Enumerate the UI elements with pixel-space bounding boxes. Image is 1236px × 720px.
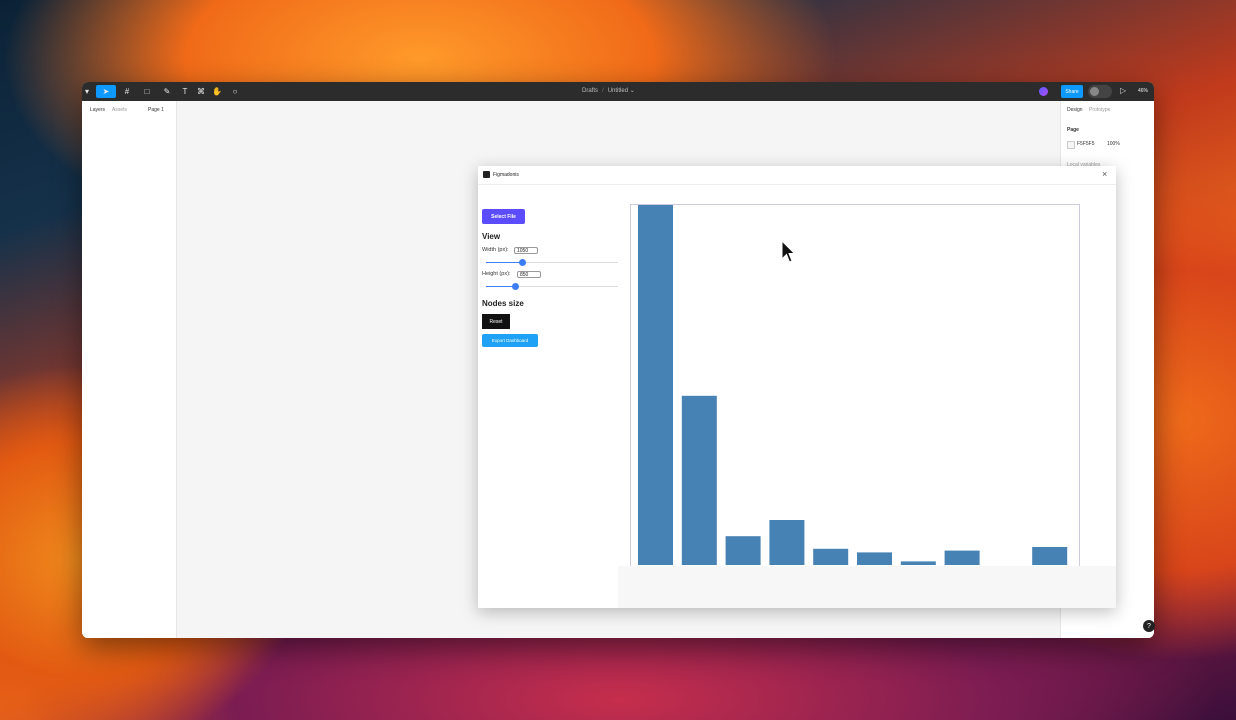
project-name: Drafts [582, 88, 599, 94]
height-label: Height (px): [482, 271, 511, 277]
nodes-size-heading: Nodes size [482, 299, 524, 308]
height-slider-knob[interactable] [512, 283, 520, 290]
dev-mode-toggle[interactable] [1088, 85, 1112, 98]
plugin-title: Figmadonis [493, 172, 519, 178]
plugin-window: Figmadonis × Select File View Width (px)… [478, 166, 1116, 608]
view-heading: View [482, 232, 501, 241]
present-icon[interactable]: ▷ [1120, 86, 1126, 95]
top-toolbar: ▾ ➤ # □ ✎ T ⌘ ✋ ○ Drafts / Untitled ⌄ Shar… [82, 82, 1154, 101]
height-slider[interactable] [486, 282, 618, 292]
chart-footer [618, 566, 1116, 608]
chevron-down-icon: ⌄ [629, 88, 635, 94]
help-icon[interactable]: ? [1143, 620, 1155, 632]
layers-panel: Layers Assets Page 1 [82, 101, 177, 638]
share-button[interactable]: Share [1061, 85, 1083, 98]
page-fill-hex[interactable]: F5F5F5 [1077, 141, 1095, 147]
tab-prototype[interactable]: Prototype [1089, 107, 1110, 113]
breadcrumb-separator: / [602, 88, 604, 94]
width-input[interactable] [514, 247, 538, 254]
width-slider-fill [486, 262, 522, 263]
select-file-button[interactable]: Select File [482, 209, 525, 224]
chart-bar-3 [725, 536, 761, 565]
page-fill-swatch[interactable] [1067, 141, 1075, 149]
plugin-logo-icon [483, 171, 490, 178]
width-slider[interactable] [486, 258, 618, 268]
chart-bar-5 [813, 548, 849, 565]
chart-bar-2 [681, 395, 717, 565]
plugin-header: Figmadonis × [478, 166, 1116, 185]
zoom-level[interactable]: 46% [1138, 88, 1148, 94]
width-slider-knob[interactable] [518, 259, 526, 266]
move-tool-icon[interactable]: ➤ [96, 85, 116, 98]
tab-layers[interactable]: Layers [90, 107, 105, 113]
page-selector[interactable]: Page 1 [148, 107, 164, 113]
shape-tool-icon[interactable]: □ [140, 85, 154, 98]
tab-design[interactable]: Design [1067, 107, 1083, 113]
pen-tool-icon[interactable]: ✎ [160, 85, 174, 98]
chart-bar-7 [900, 561, 936, 565]
mouse-cursor-icon [781, 240, 795, 263]
frame-tool-icon[interactable]: # [120, 85, 134, 98]
tab-assets[interactable]: Assets [112, 107, 127, 113]
export-dashboard-button[interactable]: Export Dashboard [482, 334, 538, 347]
page-fill-opacity[interactable]: 100% [1107, 141, 1120, 147]
user-avatar[interactable] [1039, 87, 1048, 96]
chart-bar-1 [638, 205, 673, 565]
close-icon[interactable]: × [1102, 169, 1107, 179]
file-name: Untitled [607, 88, 629, 94]
bar-chart [638, 205, 1068, 565]
resources-tool-icon[interactable]: ⌘ [196, 85, 206, 98]
reset-button[interactable]: Reset [482, 314, 510, 329]
chart-bar-4 [769, 520, 805, 565]
section-title-page: Page [1067, 127, 1079, 133]
height-input[interactable] [517, 271, 541, 278]
hand-tool-icon[interactable]: ✋ [212, 85, 222, 98]
chart-bar-8 [944, 550, 980, 565]
dev-mode-knob [1090, 87, 1099, 96]
chart-bar-10 [1032, 547, 1068, 565]
chart-bar-6 [857, 552, 892, 565]
text-tool-icon[interactable]: T [180, 85, 190, 98]
figma-menu-icon[interactable]: ▾ [82, 85, 92, 98]
height-slider-fill [486, 286, 516, 287]
file-breadcrumb[interactable]: Drafts / Untitled ⌄ [582, 87, 635, 94]
width-label: Width (px): [482, 247, 509, 253]
comment-tool-icon[interactable]: ○ [230, 85, 240, 98]
